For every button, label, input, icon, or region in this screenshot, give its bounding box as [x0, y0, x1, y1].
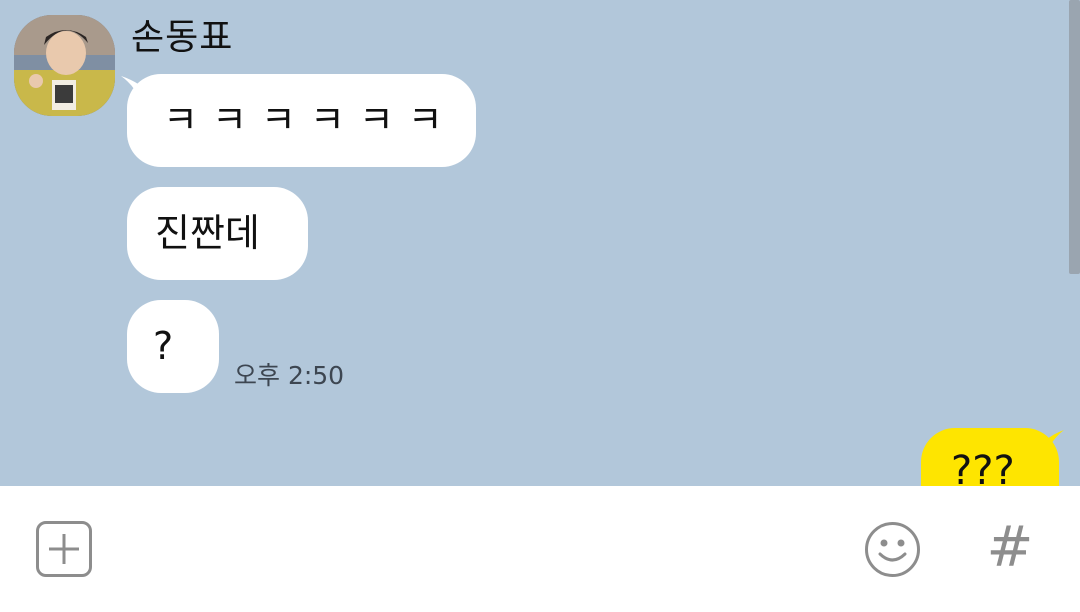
message-bubble[interactable]: 진짠데 [127, 187, 308, 280]
hash-icon: # [986, 515, 1034, 580]
attach-button[interactable] [36, 521, 92, 577]
message-timestamp: 오후 2:50 [234, 361, 345, 390]
message-text: 진짠데 [155, 211, 260, 255]
message-text: ??? [951, 448, 1015, 486]
plus-square-icon [49, 534, 79, 564]
sender-name: 손동표 [131, 17, 234, 58]
scrollbar[interactable] [1069, 0, 1080, 274]
hashtag-button[interactable]: # [986, 520, 1034, 576]
sender-avatar[interactable] [14, 15, 115, 116]
my-message-bubble[interactable]: ??? [921, 428, 1059, 486]
emoji-button[interactable] [864, 521, 921, 578]
smiley-icon [865, 522, 920, 577]
message-text: ㅋㅋㅋㅋㅋㅋ [163, 98, 457, 142]
chat-area[interactable]: 손동표 ㅋㅋㅋㅋㅋㅋ 진짠데 ? 오후 2:50 ??? [0, 0, 1080, 486]
message-bubble[interactable]: ㅋㅋㅋㅋㅋㅋ [127, 74, 476, 167]
message-text: ? [153, 324, 174, 368]
bubble-tail [1046, 430, 1064, 454]
message-bubble[interactable]: ? [127, 300, 219, 393]
